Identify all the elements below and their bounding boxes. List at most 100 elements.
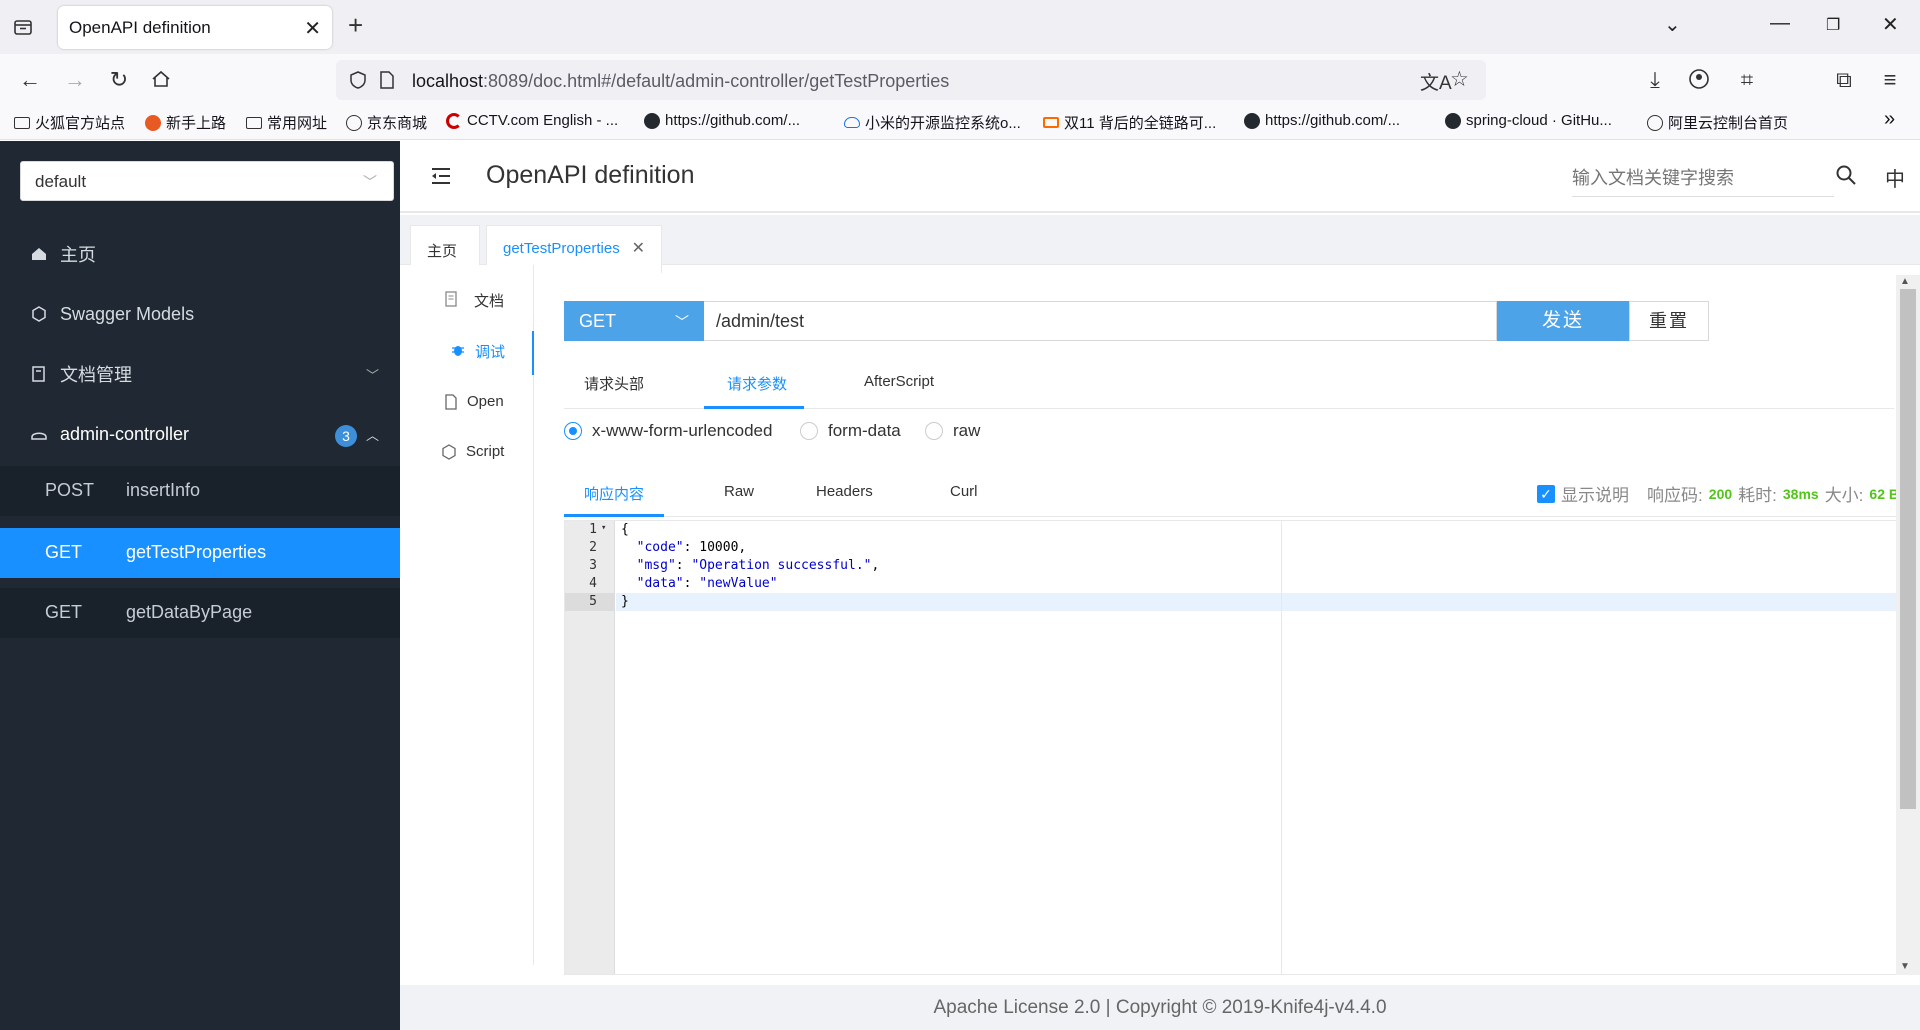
bookmark-item[interactable]: 小米的开源监控系统o... [844, 112, 1021, 133]
home-icon[interactable] [150, 68, 172, 90]
api-item[interactable]: POST insertInfo [0, 466, 400, 516]
tab-after-script[interactable]: AfterScript [864, 373, 934, 390]
shield-icon[interactable] [348, 70, 368, 90]
radio-form-data[interactable]: form-data [800, 421, 901, 441]
menu-icon[interactable]: ≡ [1876, 66, 1904, 94]
bookmark-item[interactable]: spring-cloud · GitHu... [1445, 112, 1612, 129]
line-number: 1 [589, 522, 597, 537]
folder-icon [246, 116, 262, 129]
bookmark-item[interactable]: 常用网址 [246, 112, 327, 133]
sidebar-item-admin-controller[interactable]: admin-controller 3 ︿ [0, 404, 400, 464]
reload-icon[interactable]: ↻ [105, 66, 133, 94]
active-tab-indicator [564, 514, 664, 517]
sidebar-item-home[interactable]: 主页 [0, 224, 400, 284]
print-margin [1281, 521, 1282, 974]
code-line: "code": 10000, [636, 540, 747, 555]
scroll-up-icon[interactable]: ▲ [1900, 276, 1910, 287]
bookmark-item[interactable]: 阿里云控制台首页 [1647, 112, 1788, 133]
code-line: "msg": "Operation successful.", [636, 558, 880, 573]
chevron-up-icon: ︿ [366, 427, 380, 443]
api-method: GET [45, 542, 83, 562]
bookmark-item[interactable]: 新手上路 [145, 112, 226, 133]
group-select[interactable]: default ﹀ [20, 161, 394, 201]
code-line: "data": "newValue" [636, 576, 778, 591]
globe-icon [346, 114, 362, 131]
sidebar-item-doc-manage[interactable]: 文档管理 ﹀ [0, 344, 400, 404]
address-bar[interactable]: localhost:8089/doc.html#/default/admin-c… [336, 60, 1486, 100]
tab-headers[interactable]: Headers [816, 483, 873, 500]
send-button[interactable]: 发送 [1497, 301, 1629, 341]
language-switch[interactable]: 中 [1885, 163, 1905, 192]
nav-open[interactable]: Open [400, 383, 534, 423]
bookmarks-overflow-icon[interactable]: » [1884, 108, 1895, 131]
bookmark-item[interactable]: CCTV.com English - ... [446, 112, 618, 129]
doc-search[interactable] [1572, 163, 1834, 197]
checkbox-checked-icon[interactable]: ✓ [1537, 484, 1556, 503]
search-icon[interactable] [1834, 163, 1858, 187]
footer: Apache License 2.0 | Copyright © 2019-Kn… [400, 985, 1920, 1030]
fold-arrow-icon[interactable]: ▾ [601, 523, 606, 533]
bookmark-item[interactable]: https://github.com/... [1244, 112, 1400, 129]
radio-urlencoded[interactable]: x-www-form-urlencoded [564, 421, 772, 441]
tab-list-icon[interactable] [10, 14, 36, 40]
api-item[interactable]: GET getDataByPage [0, 588, 400, 638]
download-icon[interactable]: ⤓ [1641, 66, 1669, 94]
nav-debug[interactable]: 调试 [400, 331, 534, 375]
bookmark-item[interactable]: 火狐官方站点 [14, 112, 125, 133]
translate-icon[interactable]: 文A [1420, 68, 1452, 95]
tab-curl[interactable]: Curl [950, 483, 978, 500]
tab-request-params[interactable]: 请求参数 [727, 373, 787, 394]
response-editor[interactable]: 1 2 3 4 5 ▾ { "code": 10000, "msg": "Ope… [564, 520, 1919, 975]
scroll-down-icon[interactable]: ▼ [1900, 961, 1910, 972]
tab-label: getTestProperties [503, 240, 620, 257]
forward-icon[interactable]: → [61, 66, 89, 94]
line-number: 3 [589, 558, 597, 573]
api-item-active[interactable]: GET getTestProperties [0, 528, 400, 578]
collapse-menu-icon[interactable] [430, 166, 452, 186]
tab-overflow-chevron-icon[interactable]: ⌄ [1664, 12, 1681, 37]
scroll-thumb[interactable] [1900, 289, 1916, 809]
bookmark-star-icon[interactable]: ☆ [1450, 67, 1469, 92]
doc-manage-icon [32, 366, 45, 382]
nav-script[interactable]: Script [400, 433, 534, 473]
line-number: 4 [589, 576, 597, 591]
size-label: 大小: [1824, 486, 1864, 505]
bookmark-item[interactable]: https://github.com/... [644, 112, 800, 129]
radio-raw[interactable]: raw [925, 421, 980, 441]
minimize-icon[interactable]: — [1770, 12, 1790, 35]
close-tab-icon[interactable]: ✕ [304, 16, 321, 41]
account-icon[interactable] [1688, 68, 1710, 90]
close-icon[interactable]: ✕ [632, 238, 645, 258]
nav-doc[interactable]: 文档 [400, 280, 534, 320]
search-input[interactable] [1572, 163, 1834, 193]
time-label: 耗时: [1738, 486, 1777, 505]
reset-button[interactable]: 重置 [1629, 301, 1709, 341]
back-icon[interactable]: ← [16, 66, 44, 94]
sidebar-item-label: Swagger Models [60, 303, 195, 324]
nav-label: Open [467, 393, 504, 410]
method-select[interactable]: GET ﹀ [564, 301, 704, 341]
tab-raw[interactable]: Raw [724, 483, 754, 500]
chevron-down-icon: ﹀ [363, 174, 377, 190]
sidebar: default ﹀ 主页 Swagger Models 文档管理 ﹀ admin… [0, 141, 400, 1030]
restore-icon[interactable]: ❐ [1826, 15, 1840, 35]
bookmark-item[interactable]: 双11 背后的全链路可... [1043, 112, 1216, 133]
window-close-icon[interactable]: ✕ [1882, 12, 1899, 37]
browser-tab[interactable]: OpenAPI definition ✕ [58, 6, 332, 49]
tab-response-content[interactable]: 响应内容 [584, 483, 644, 504]
tab-request-headers[interactable]: 请求头部 [584, 373, 644, 394]
sidebar-item-swagger-models[interactable]: Swagger Models [0, 284, 400, 344]
aliyun-icon [1043, 117, 1059, 128]
request-url-input[interactable]: /admin/test [704, 301, 1497, 341]
crop-icon[interactable]: ⌗ [1733, 66, 1761, 94]
extensions-icon[interactable]: ⧉ [1830, 66, 1858, 94]
status-value: 200 [1708, 485, 1733, 502]
bookmark-item[interactable]: 京东商城 [346, 112, 427, 133]
browser-nav-bar: ← → ↻ localhost:8089/doc.html#/default/a… [0, 54, 1920, 106]
github-icon [1445, 112, 1461, 129]
app-header: OpenAPI definition 中 [400, 141, 1920, 213]
url-text[interactable]: localhost:8089/doc.html#/default/admin-c… [412, 71, 949, 92]
new-tab-icon[interactable]: + [348, 12, 363, 38]
sidebar-item-label: 主页 [60, 245, 96, 265]
scrollbar[interactable]: ▲ ▼ [1896, 275, 1920, 975]
